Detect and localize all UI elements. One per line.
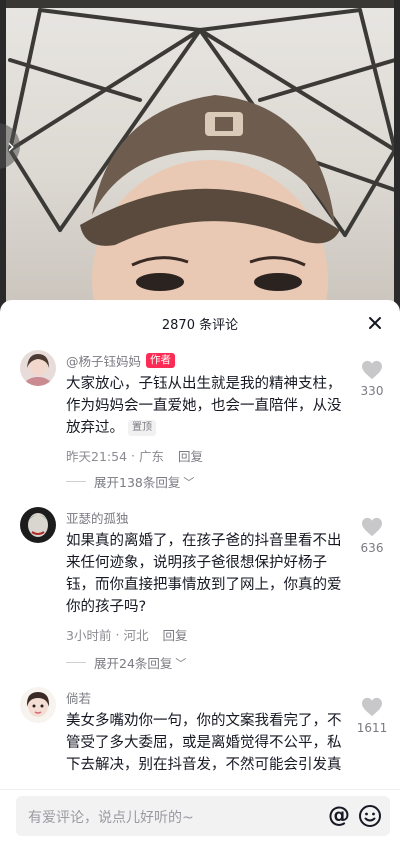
chevron-right-icon: › <box>7 134 15 158</box>
separator: · <box>115 627 120 642</box>
comment-text: 如果真的离婚了，在孩子爸的抖音里看不出来任何迹象，说明孩子爸很想保护好杨子钰，而… <box>66 533 342 615</box>
comment-username-row: 亚瑟的孤独 <box>66 508 129 527</box>
comment-input[interactable]: 有爱评论，说点儿好听的~ @ <box>16 796 390 836</box>
pinned-badge: 置顶 <box>128 420 156 436</box>
divider-line <box>66 662 86 663</box>
comment-item: 倘若 美女多嘴劝你一句，你的文案我看完了，不管受了多大委屈，或是离婚觉得不公平，… <box>0 687 400 797</box>
comment-meta: 3小时前 · 河北 回复 <box>66 625 187 644</box>
avatar[interactable] <box>20 507 56 543</box>
comment-username-row: @杨子钰妈妈 作者 <box>66 351 176 370</box>
heart-icon <box>362 517 382 537</box>
expand-replies-label: 展开24条回复 <box>94 656 173 671</box>
like-count: 636 <box>360 541 384 555</box>
close-icon <box>369 317 381 329</box>
close-button[interactable] <box>364 312 386 334</box>
comment-username-row: 倘若 <box>66 688 91 707</box>
like-button[interactable]: 636 <box>352 517 392 555</box>
top-strip <box>0 0 400 8</box>
expand-replies-label: 展开138条回复 <box>94 475 181 490</box>
like-count: 1611 <box>356 721 388 735</box>
comment-username[interactable]: @杨子钰妈妈 <box>66 351 141 370</box>
heart-icon <box>362 697 382 717</box>
comment-time: 3小时前 <box>66 628 112 643</box>
avatar[interactable] <box>20 350 56 386</box>
expand-replies-button[interactable]: 展开24条回复 ﹀ <box>66 653 186 672</box>
at-mention-icon[interactable]: @ <box>328 803 350 828</box>
reply-button[interactable]: 回复 <box>162 625 187 644</box>
comments-panel: 2870 条评论 @杨子钰妈妈 作者 大家放心，子钰从出生就是我的精神支柱，作为… <box>0 300 400 841</box>
separator: · <box>131 448 136 463</box>
emoji-icon[interactable] <box>358 804 382 832</box>
comment-item: 亚瑟的孤独 如果真的离婚了，在孩子爸的抖音里看不出来任何迹象，说明孩子爸很想保护… <box>0 507 400 677</box>
comment-input-bar: 有爱评论，说点儿好听的~ @ <box>0 789 400 841</box>
comment-text: 美女多嘴劝你一句，你的文案我看完了，不管受了多大委屈，或是离婚觉得不公平，私下去… <box>66 713 342 773</box>
expand-replies-button[interactable]: 展开138条回复 ﹀ <box>66 472 194 491</box>
like-count: 330 <box>360 384 384 398</box>
comment-time: 昨天21:54 <box>66 449 128 464</box>
comment-text: 大家放心，子钰从出生就是我的精神支柱，作为妈妈会一直爱她，也会一直陪伴，从没放弃… <box>66 373 352 439</box>
comment-location: 河北 <box>123 628 149 643</box>
frame-right <box>394 0 400 320</box>
video-frame-image <box>8 8 397 320</box>
comment-item: @杨子钰妈妈 作者 大家放心，子钰从出生就是我的精神支柱，作为妈妈会一直爱她，也… <box>0 350 400 510</box>
chevron-down-icon: ﹀ <box>183 475 195 489</box>
comment-username[interactable]: 倘若 <box>66 688 91 707</box>
like-button[interactable]: 330 <box>352 360 392 398</box>
comment-input-placeholder: 有爱评论，说点儿好听的~ <box>28 810 194 826</box>
reply-button[interactable]: 回复 <box>178 446 203 465</box>
avatar[interactable] <box>20 687 56 723</box>
heart-icon <box>362 360 382 380</box>
video-player[interactable]: › <box>0 0 400 320</box>
comment-location: 广东 <box>139 449 165 464</box>
comment-text-content: 大家放心，子钰从出生就是我的精神支柱，作为妈妈会一直爱她，也会一直陪伴，从没放弃… <box>66 376 342 436</box>
comment-meta: 昨天21:54 · 广东 回复 <box>66 446 203 465</box>
author-badge: 作者 <box>146 353 176 368</box>
chevron-down-icon: ﹀ <box>175 656 187 670</box>
like-button[interactable]: 1611 <box>352 697 392 735</box>
divider-line <box>66 481 86 482</box>
comments-count-title: 2870 条评论 <box>161 318 239 333</box>
comment-username[interactable]: 亚瑟的孤独 <box>66 508 129 527</box>
